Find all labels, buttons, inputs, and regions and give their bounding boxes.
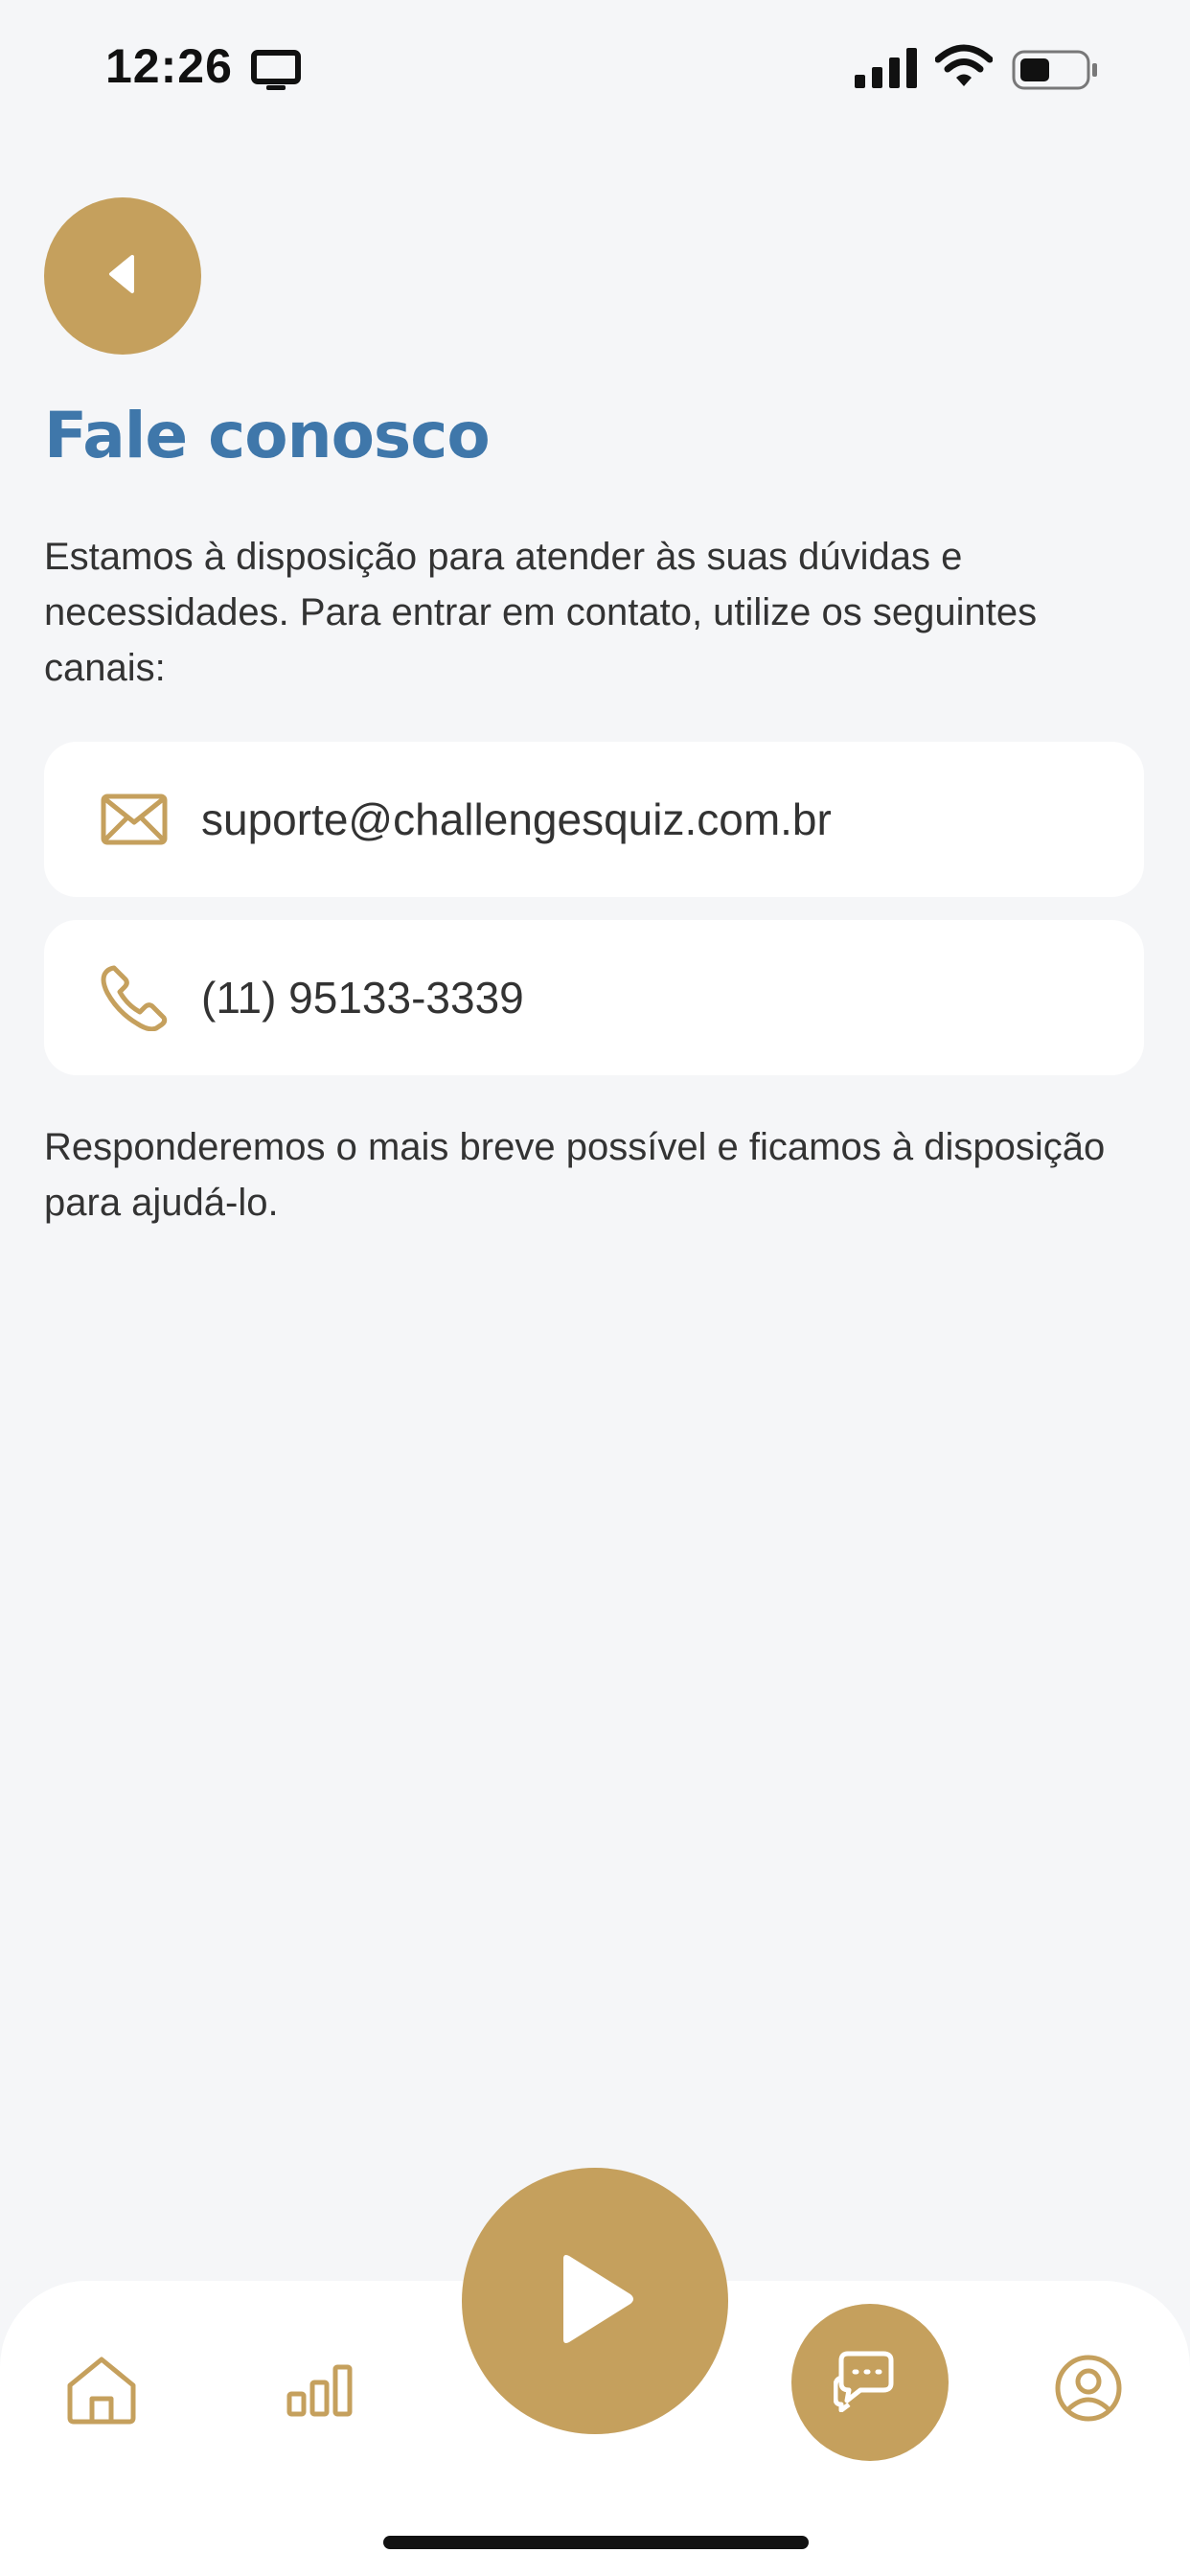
status-bar: 12:26 [0, 0, 1190, 144]
battery-icon [1012, 50, 1100, 95]
mail-icon [100, 785, 169, 854]
tab-chat[interactable] [791, 2304, 949, 2461]
monitor-icon [251, 50, 301, 97]
play-icon [552, 2251, 638, 2352]
phone-value: (11) 95133-3339 [201, 973, 524, 1023]
status-time: 12:26 [105, 39, 233, 93]
back-button[interactable] [44, 197, 201, 355]
tab-profile[interactable] [1042, 2344, 1134, 2436]
email-contact-card[interactable]: suporte@challengesquiz.com.br [44, 742, 1144, 897]
phone-icon [100, 963, 169, 1032]
intro-text: Estamos à disposição para atender às sua… [44, 536, 1038, 689]
profile-icon [1054, 2354, 1123, 2427]
home-icon [64, 2355, 139, 2430]
outro-text: Responderemos o mais breve possível e fi… [44, 1126, 1106, 1224]
chevron-left-icon [103, 253, 142, 300]
chat-icon [833, 2349, 906, 2417]
tab-ranking[interactable] [274, 2346, 366, 2438]
wifi-icon [934, 44, 994, 93]
page-title: Fale conosco [44, 399, 491, 472]
play-button[interactable] [462, 2168, 728, 2434]
phone-contact-card[interactable]: (11) 95133-3339 [44, 920, 1144, 1075]
home-indicator [383, 2536, 809, 2549]
tab-home[interactable] [56, 2346, 148, 2438]
signal-icon [855, 48, 918, 93]
ranking-icon [286, 2363, 354, 2422]
email-value: suporte@challengesquiz.com.br [201, 794, 832, 844]
